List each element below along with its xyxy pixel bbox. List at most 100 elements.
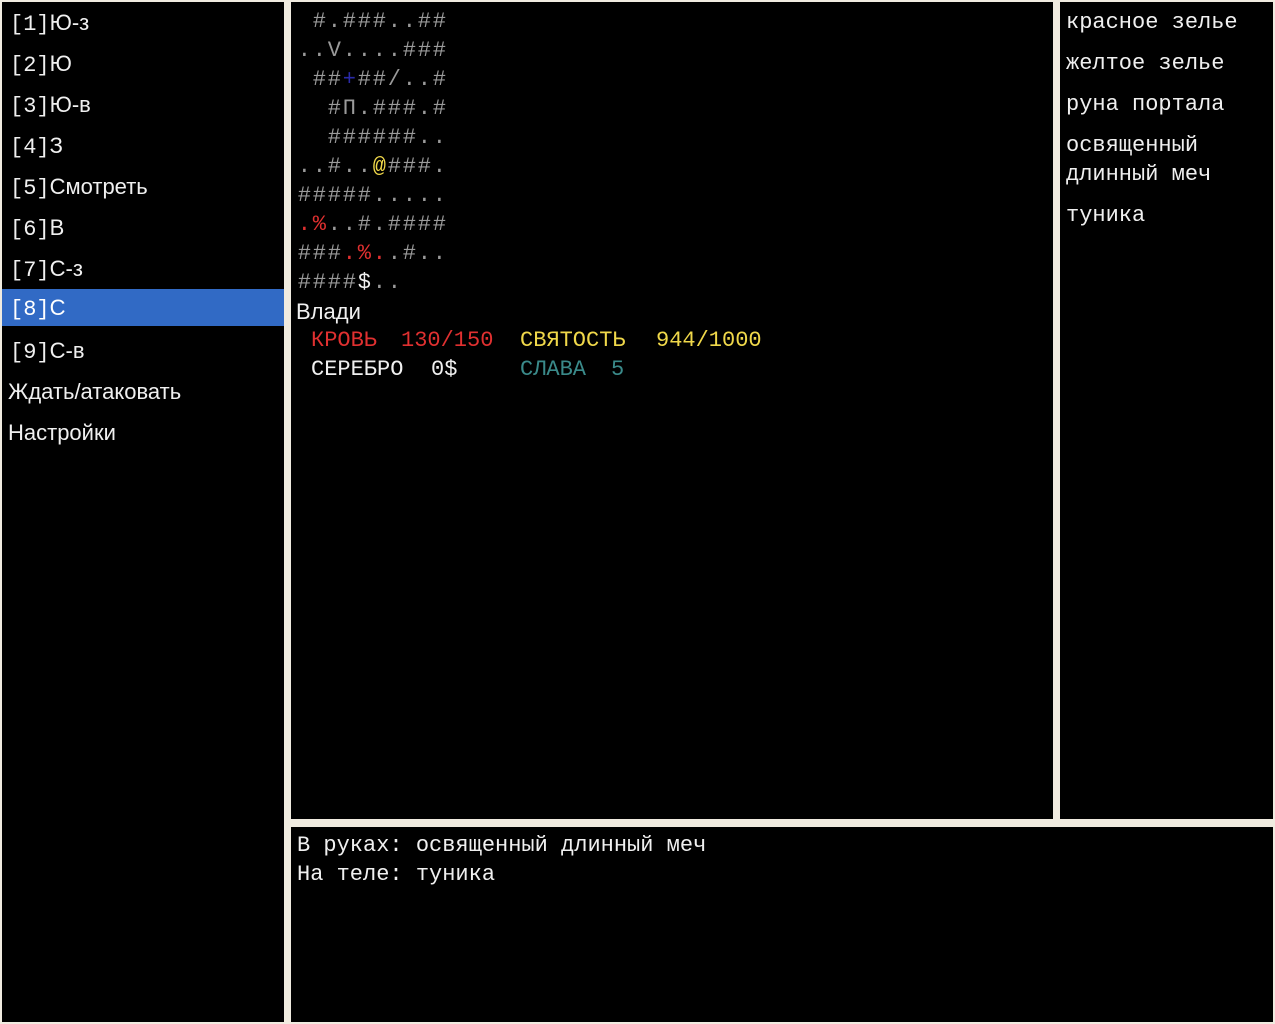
floor-glyph: . — [432, 241, 447, 266]
inventory-item[interactable]: красное зелье — [1066, 8, 1271, 37]
floor-glyph: . — [342, 212, 357, 237]
map-row: ##+##/..# — [297, 65, 447, 94]
player-glyph: @ — [372, 154, 387, 179]
wall-glyph: # — [432, 96, 447, 121]
wall-glyph: # — [312, 241, 327, 266]
floor-glyph: . — [417, 241, 432, 266]
wall-glyph: # — [432, 38, 447, 63]
menu-label: Ю-з — [49, 10, 90, 35]
floor-glyph: . — [432, 183, 447, 208]
map-cell — [312, 123, 327, 152]
wall-glyph: # — [432, 67, 447, 92]
menu-label: В — [49, 215, 65, 240]
wall-glyph: # — [327, 67, 342, 92]
game-view: #.###..## ..V....### ##+##/..# #П.###.# #… — [291, 2, 1053, 819]
menu-key: [1] — [10, 12, 50, 37]
wall-glyph: # — [372, 9, 387, 34]
floor-glyph: . — [402, 183, 417, 208]
wall-glyph: # — [312, 183, 327, 208]
menu-key: [4] — [10, 135, 50, 160]
wall-glyph: # — [432, 9, 447, 34]
floor-glyph: . — [417, 96, 432, 121]
floor-glyph: . — [357, 38, 372, 63]
wall-glyph: # — [417, 212, 432, 237]
wall-glyph: # — [312, 270, 327, 295]
blood-glyph: . — [297, 212, 312, 237]
map-cell — [297, 65, 312, 94]
floor-glyph: . — [297, 154, 312, 179]
monster-glyph: V — [327, 38, 342, 63]
wall-glyph: # — [357, 125, 372, 150]
floor-glyph: . — [312, 38, 327, 63]
map-row: #####..... — [297, 181, 447, 210]
inventory-item[interactable]: желтое зелье — [1066, 49, 1271, 78]
menu-key: [3] — [10, 94, 50, 119]
inventory-item[interactable]: освященный длинный меч — [1066, 131, 1271, 189]
floor-glyph: . — [327, 212, 342, 237]
map-row: ####$.. — [297, 268, 402, 297]
map-cell — [312, 94, 327, 123]
menu-look[interactable]: [5]Смотреть — [2, 168, 284, 205]
menu-move-south[interactable]: [2]Ю — [2, 45, 284, 82]
fame-label: СЛАВА — [520, 357, 587, 382]
wall-glyph: # — [327, 125, 342, 150]
floor-glyph: . — [357, 154, 372, 179]
map-cell — [297, 123, 312, 152]
wall-glyph: # — [327, 270, 342, 295]
wall-glyph: # — [402, 96, 417, 121]
menu-move-north[interactable]: [8]С — [2, 289, 284, 326]
wall-glyph: # — [357, 212, 372, 237]
wall-glyph: # — [342, 9, 357, 34]
menu-move-west[interactable]: [4]З — [2, 127, 284, 164]
wall-glyph: # — [297, 241, 312, 266]
map-row: #.###..## — [297, 7, 447, 36]
blood-glyph: . — [342, 241, 357, 266]
blood-value: 130/150 — [401, 328, 494, 353]
menu-move-east[interactable]: [6]В — [2, 209, 284, 246]
floor-glyph: . — [417, 67, 432, 92]
wall-glyph: # — [402, 212, 417, 237]
floor-glyph: . — [432, 125, 447, 150]
map-row: ..V....### — [297, 36, 447, 65]
map-row: #П.###.# — [297, 94, 447, 123]
wall-glyph: # — [297, 183, 312, 208]
silver-glyph: $ — [357, 270, 372, 295]
menu-label: Настройки — [8, 420, 116, 445]
menu-wait-attack[interactable]: Ждать/атаковать — [2, 373, 284, 410]
holiness-value: 944/1000 — [656, 328, 762, 353]
wall-glyph: # — [402, 125, 417, 150]
map-cell — [297, 7, 312, 36]
menu-move-northwest[interactable]: [7]С-з — [2, 250, 284, 287]
fame-value: 5 — [611, 357, 625, 382]
blood-label: КРОВЬ — [311, 328, 378, 353]
inventory-item[interactable]: туника — [1066, 201, 1271, 230]
inventory-item[interactable]: руна портала — [1066, 90, 1271, 119]
floor-glyph: . — [402, 9, 417, 34]
wall-glyph: # — [432, 212, 447, 237]
floor-glyph: . — [387, 183, 402, 208]
wall-glyph: # — [402, 38, 417, 63]
menu-move-southeast[interactable]: [3]Ю-в — [2, 86, 284, 123]
menu-key: [2] — [10, 53, 50, 78]
wall-glyph: # — [312, 9, 327, 34]
command-menu: [1]Ю-з [2]Ю [3]Ю-в [4]З [5]Смотреть [6]В… — [2, 2, 284, 1022]
menu-label: С-в — [49, 338, 85, 363]
silver-label: СЕРЕБРО — [311, 357, 404, 382]
floor-glyph: . — [387, 241, 402, 266]
log-line-in-hands: В руках: освященный длинный меч — [297, 833, 707, 858]
floor-glyph: . — [372, 270, 387, 295]
wall-glyph: # — [417, 38, 432, 63]
wall-glyph: # — [312, 67, 327, 92]
floor-glyph: . — [372, 212, 387, 237]
floor-glyph: . — [357, 96, 372, 121]
map-row: ######.. — [297, 123, 447, 152]
floor-glyph: . — [342, 38, 357, 63]
menu-label: С — [49, 295, 66, 320]
wall-glyph: # — [327, 96, 342, 121]
wall-glyph: # — [342, 183, 357, 208]
wall-glyph: # — [372, 125, 387, 150]
menu-move-southwest[interactable]: [1]Ю-з — [2, 4, 284, 41]
menu-settings[interactable]: Настройки — [2, 414, 284, 451]
menu-key: [7] — [10, 258, 50, 283]
menu-move-northeast[interactable]: [9]С-в — [2, 332, 284, 369]
